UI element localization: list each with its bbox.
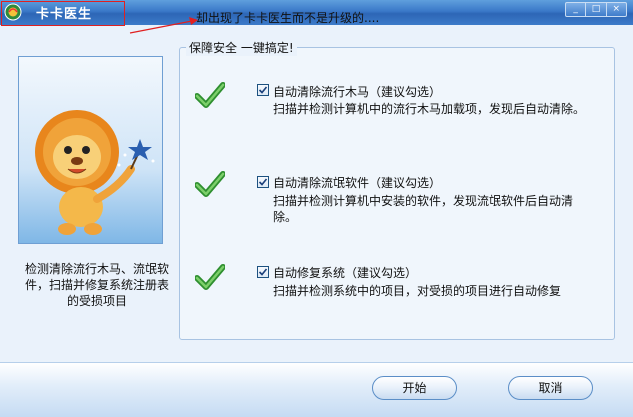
green-check-icon bbox=[195, 171, 225, 197]
option-desc-rogueware: 扫描并检测计算机中安装的软件，发现流氓软件后自动清除。 bbox=[273, 194, 574, 224]
option-title-rogueware[interactable]: 自动清除流氓软件（建议勾选） bbox=[273, 174, 441, 191]
feature-description: 检测清除流行木马、流氓软件，扫描并修复系统注册表的受损项目 bbox=[24, 262, 169, 308]
option-title-repair[interactable]: 自动修复系统（建议勾选） bbox=[273, 264, 417, 281]
mascot-panel bbox=[18, 56, 163, 244]
option-title-trojans[interactable]: 自动清除流行木马（建议勾选） bbox=[273, 83, 441, 100]
green-check-icon bbox=[195, 82, 225, 108]
maximize-button[interactable]: □ bbox=[586, 3, 607, 16]
annotation-highlight-box bbox=[1, 1, 125, 26]
close-button[interactable]: × bbox=[607, 3, 626, 16]
group-legend: 保障安全 一键搞定! bbox=[186, 39, 297, 56]
checkbox-remove-rogueware[interactable] bbox=[257, 176, 269, 188]
green-check-icon bbox=[195, 264, 225, 290]
start-button[interactable]: 开始 bbox=[372, 376, 457, 400]
annotation-note: 却出现了卡卡医生而不是升级的.... bbox=[196, 11, 380, 25]
checkmark-icon bbox=[258, 86, 268, 94]
option-desc-repair: 扫描并检测系统中的项目，对受损的项目进行自动修复 bbox=[273, 284, 562, 298]
checkmark-icon bbox=[258, 268, 268, 276]
window-controls: _ □ × bbox=[565, 2, 627, 17]
checkbox-remove-trojans[interactable] bbox=[257, 84, 269, 96]
minimize-button[interactable]: _ bbox=[566, 3, 587, 16]
checkmark-icon bbox=[258, 178, 268, 186]
lion-mascot-icon bbox=[35, 110, 155, 235]
main-area: 检测清除流行木马、流氓软件，扫描并修复系统注册表的受损项目 保障安全 一键搞定!… bbox=[0, 25, 633, 362]
cancel-button[interactable]: 取消 bbox=[508, 376, 593, 400]
checkbox-repair-system[interactable] bbox=[257, 266, 269, 278]
annotation-arrow-icon bbox=[129, 17, 198, 34]
option-desc-trojans: 扫描并检测计算机中的流行木马加载项，发现后自动清除。 bbox=[273, 102, 586, 116]
footer-bar: 开始 取消 bbox=[0, 362, 633, 417]
